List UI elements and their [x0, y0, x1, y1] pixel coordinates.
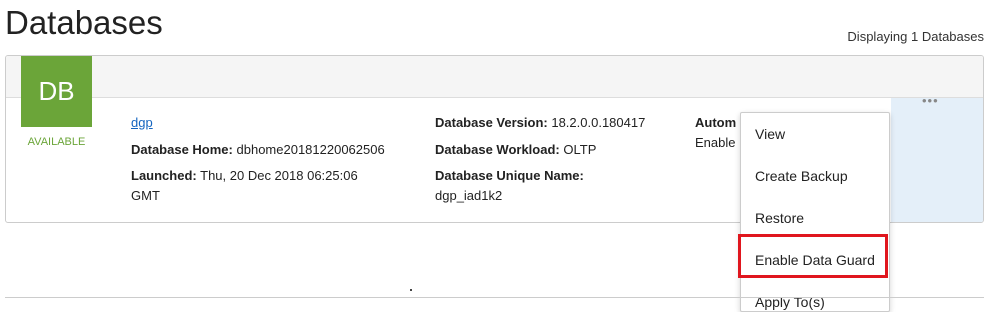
database-workload-value: OLTP: [563, 142, 597, 157]
database-home-label: Database Home:: [131, 142, 233, 157]
database-version-row: Database Version: 18.2.0.0.180417: [435, 115, 645, 130]
database-icon: DB: [21, 56, 92, 127]
launched-label: Launched:: [131, 168, 197, 183]
divider: [5, 297, 984, 298]
database-workload-row: Database Workload: OLTP: [435, 142, 596, 157]
launched-row: Launched: Thu, 20 Dec 2018 06:25:06: [131, 168, 358, 183]
database-version-label: Database Version:: [435, 115, 548, 130]
menu-item-enable-data-guard[interactable]: Enable Data Guard: [755, 252, 875, 268]
database-unique-name-value: dgp_iad1k2: [435, 188, 503, 203]
menu-item-create-backup[interactable]: Create Backup: [755, 168, 848, 184]
database-version-value: 18.2.0.0.180417: [551, 115, 646, 130]
database-home-value: dbhome20181220062506: [236, 142, 385, 157]
actions-dropdown-menu: View Create Backup Restore Enable Data G…: [740, 112, 890, 312]
table-header: [6, 56, 983, 98]
auto-backup-label: Autom: [695, 115, 737, 130]
database-name-link[interactable]: dgp: [131, 115, 153, 130]
database-home-row: Database Home: dbhome20181220062506: [131, 142, 385, 157]
page-title: Databases: [5, 4, 163, 41]
database-workload-label: Database Workload:: [435, 142, 560, 157]
actions-cell: [891, 98, 983, 222]
display-count: Displaying 1 Databases: [847, 29, 984, 44]
status-badge: AVAILABLE: [27, 136, 86, 148]
auto-backup-value: Enable: [695, 135, 736, 150]
launched-value: Thu, 20 Dec 2018 06:25:06: [200, 168, 358, 183]
menu-item-view[interactable]: View: [755, 126, 785, 142]
database-unique-name-label: Database Unique Name:: [435, 168, 584, 183]
actions-menu-icon[interactable]: •••: [922, 93, 939, 108]
cursor-dot: [410, 289, 412, 291]
launched-timezone: GMT: [131, 188, 160, 203]
menu-item-restore[interactable]: Restore: [755, 210, 804, 226]
